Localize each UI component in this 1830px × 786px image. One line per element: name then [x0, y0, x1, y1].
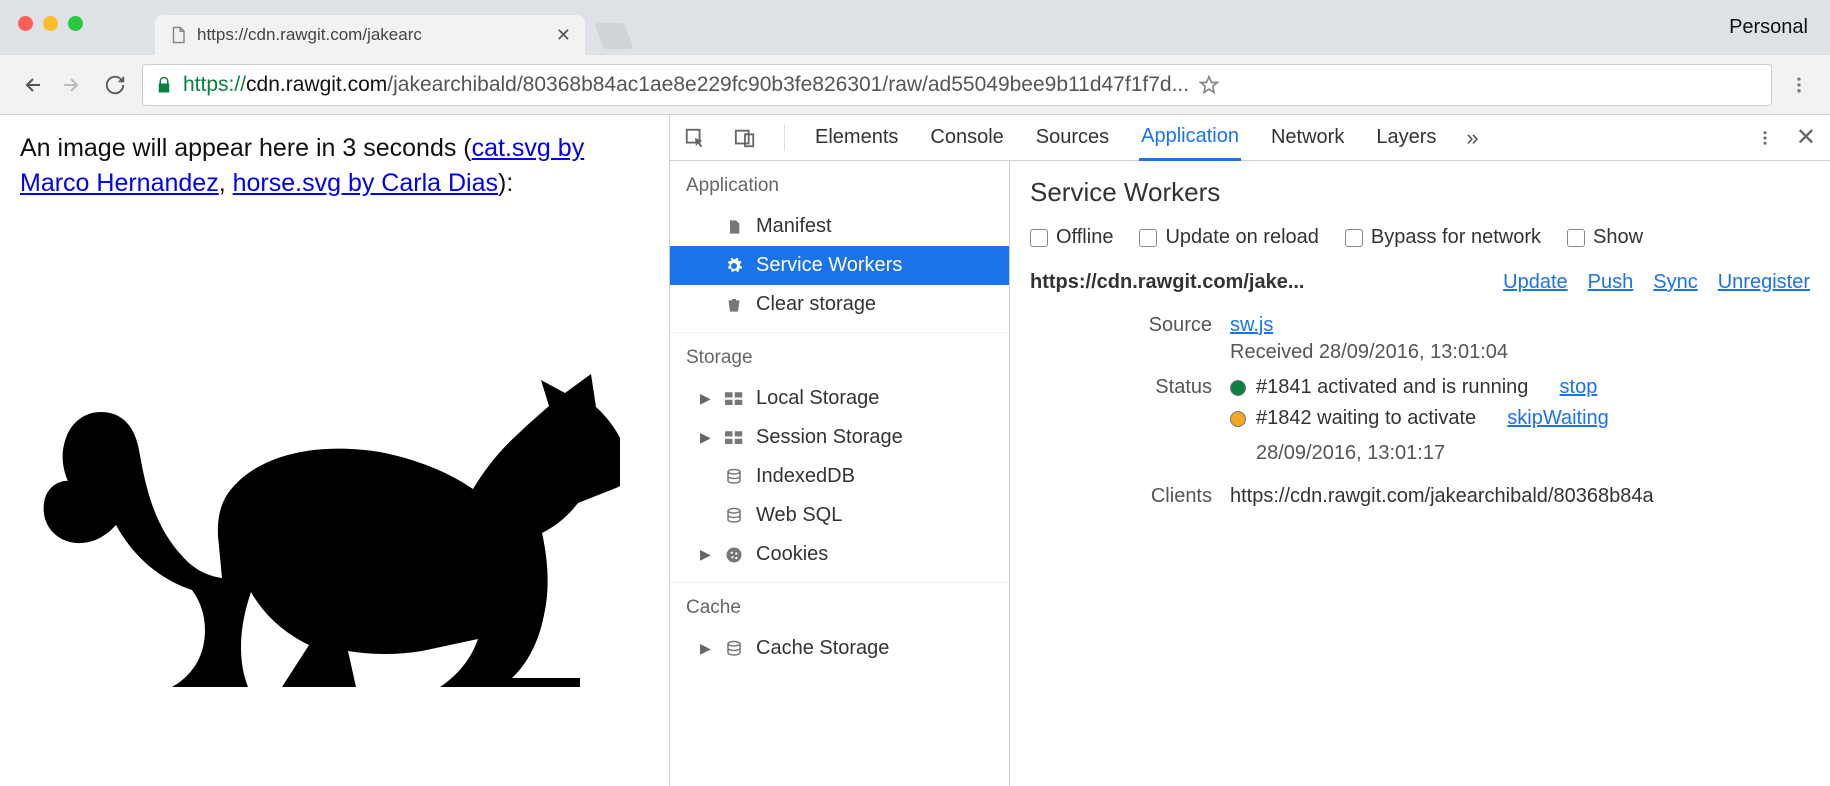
- sidebar-item-session-storage[interactable]: ▶ Session Storage: [670, 418, 1009, 457]
- inspect-icon[interactable]: [684, 127, 706, 149]
- sidebar-item-cache-storage[interactable]: ▶ Cache Storage: [670, 629, 1009, 668]
- new-tab-button[interactable]: [594, 23, 633, 49]
- sidebar-item-local-storage[interactable]: ▶ Local Storage: [670, 379, 1009, 418]
- sync-link[interactable]: Sync: [1653, 271, 1697, 294]
- device-toggle-icon[interactable]: [734, 127, 756, 149]
- devtools-menu-icon[interactable]: [1756, 129, 1774, 147]
- clients-label: Clients: [1030, 485, 1230, 508]
- table-icon: [724, 431, 744, 445]
- sidebar-item-websql[interactable]: Web SQL: [670, 496, 1009, 535]
- browser-titlebar: https://cdn.rawgit.com/jakearc ✕ Persona…: [0, 0, 1830, 55]
- sidebar-item-manifest[interactable]: Manifest: [670, 207, 1009, 246]
- status-indicator-waiting: [1230, 411, 1246, 427]
- profile-badge[interactable]: Personal: [1729, 16, 1808, 39]
- devtools-close-icon[interactable]: ✕: [1796, 123, 1816, 152]
- sidebar-section-application: Application: [670, 161, 1009, 207]
- show-all-checkbox[interactable]: Show: [1567, 226, 1643, 249]
- cat-image: [20, 207, 649, 687]
- clients-url: https://cdn.rawgit.com/jakearchibald/803…: [1230, 485, 1810, 508]
- devtools-tab-layers[interactable]: Layers: [1374, 116, 1438, 159]
- status-text-1: #1841 activated and is running: [1256, 376, 1528, 399]
- devtools-tab-console[interactable]: Console: [928, 116, 1005, 159]
- back-button[interactable]: [16, 73, 46, 97]
- status-indicator-active: [1230, 380, 1246, 396]
- chevron-right-icon: ▶: [700, 429, 712, 446]
- devtools: Elements Console Sources Application Net…: [670, 115, 1830, 786]
- browser-menu-button[interactable]: [1784, 75, 1814, 95]
- lock-icon: [155, 76, 173, 94]
- address-bar[interactable]: https://cdn.rawgit.com/jakearchibald/803…: [142, 64, 1772, 106]
- zoom-window-button[interactable]: [68, 16, 83, 31]
- devtools-tab-network[interactable]: Network: [1269, 116, 1346, 159]
- devtools-tabbar: Elements Console Sources Application Net…: [670, 115, 1830, 161]
- devtools-tab-elements[interactable]: Elements: [813, 116, 900, 159]
- update-link[interactable]: Update: [1503, 271, 1568, 294]
- reload-button[interactable]: [100, 74, 130, 96]
- bookmark-star-icon[interactable]: [1199, 75, 1219, 95]
- sidebar-section-cache: Cache: [670, 583, 1009, 629]
- unregister-link[interactable]: Unregister: [1718, 271, 1810, 294]
- database-icon: [724, 507, 744, 525]
- file-icon: [724, 218, 744, 236]
- tab-title: https://cdn.rawgit.com/jakearc: [197, 25, 546, 45]
- devtools-tab-sources[interactable]: Sources: [1034, 116, 1111, 159]
- skip-waiting-link[interactable]: skipWaiting: [1507, 407, 1609, 430]
- close-tab-icon[interactable]: ✕: [556, 25, 571, 46]
- chevron-right-icon: ▶: [700, 390, 712, 407]
- link-horse-svg[interactable]: horse.svg by Carla Dias: [233, 169, 498, 197]
- sidebar-item-clear-storage[interactable]: Clear storage: [670, 285, 1009, 324]
- status-text-2: #1842 waiting to activate: [1256, 407, 1476, 430]
- devtools-tab-application[interactable]: Application: [1139, 115, 1241, 161]
- file-icon: [169, 26, 187, 44]
- table-icon: [724, 392, 744, 406]
- chevron-right-icon: ▶: [700, 546, 712, 563]
- forward-button[interactable]: [58, 73, 88, 97]
- source-label: Source: [1030, 314, 1230, 337]
- status-label: Status: [1030, 376, 1230, 399]
- service-workers-panel: Service Workers Offline Update on reload…: [1010, 161, 1830, 786]
- database-icon: [724, 468, 744, 486]
- bypass-network-checkbox[interactable]: Bypass for network: [1345, 226, 1541, 249]
- sidebar-item-service-workers[interactable]: Service Workers: [670, 246, 1009, 285]
- main-area: An image will appear here in 3 seconds (…: [0, 115, 1830, 786]
- trash-icon: [724, 296, 744, 314]
- page-intro-text: An image will appear here in 3 seconds (…: [20, 131, 649, 201]
- sw-scope: https://cdn.rawgit.com/jake...: [1030, 271, 1305, 294]
- source-file-link[interactable]: sw.js: [1230, 314, 1273, 336]
- status-time-2: 28/09/2016, 13:01:17: [1256, 442, 1445, 465]
- sidebar-item-indexeddb[interactable]: IndexedDB: [670, 457, 1009, 496]
- minimize-window-button[interactable]: [43, 16, 58, 31]
- page-content: An image will appear here in 3 seconds (…: [0, 115, 670, 786]
- offline-checkbox[interactable]: Offline: [1030, 226, 1113, 249]
- devtools-sidebar: Application Manifest Service Workers Cle…: [670, 161, 1010, 786]
- source-received: Received 28/09/2016, 13:01:04: [1230, 341, 1810, 364]
- close-window-button[interactable]: [18, 16, 33, 31]
- panel-title: Service Workers: [1030, 177, 1810, 208]
- stop-link[interactable]: stop: [1560, 376, 1598, 399]
- browser-toolbar: https://cdn.rawgit.com/jakearchibald/803…: [0, 55, 1830, 115]
- more-tabs-icon[interactable]: »: [1466, 125, 1478, 151]
- gear-icon: [724, 257, 744, 275]
- sidebar-item-cookies[interactable]: ▶ Cookies: [670, 535, 1009, 574]
- sidebar-section-storage: Storage: [670, 333, 1009, 379]
- cookie-icon: [724, 546, 744, 564]
- push-link[interactable]: Push: [1588, 271, 1634, 294]
- url-text: https://cdn.rawgit.com/jakearchibald/803…: [183, 73, 1189, 97]
- panel-options: Offline Update on reload Bypass for netw…: [1030, 226, 1810, 249]
- browser-tab[interactable]: https://cdn.rawgit.com/jakearc ✕: [155, 15, 585, 55]
- database-icon: [724, 640, 744, 658]
- update-on-reload-checkbox[interactable]: Update on reload: [1139, 226, 1318, 249]
- chevron-right-icon: ▶: [700, 640, 712, 657]
- window-controls: [18, 16, 83, 31]
